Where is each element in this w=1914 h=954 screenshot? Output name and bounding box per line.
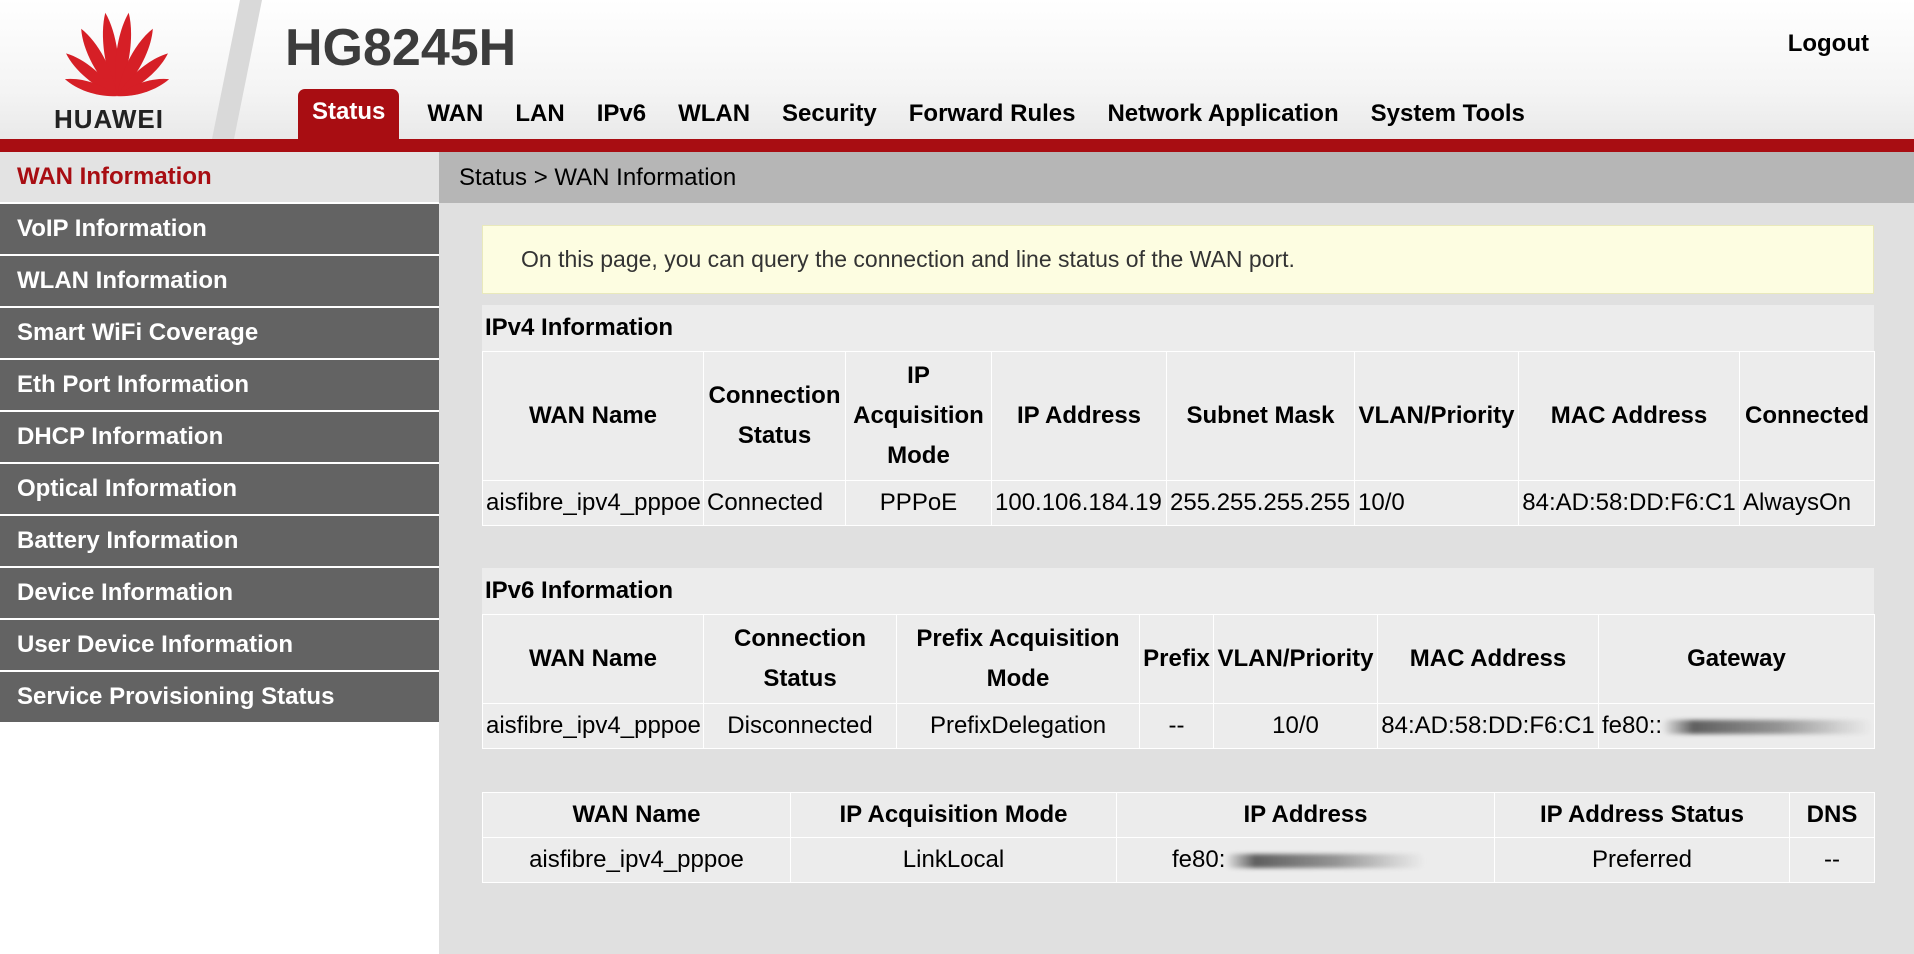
- tab-lan[interactable]: LAN: [499, 99, 580, 139]
- gateway-value: fe80::: [1602, 712, 1663, 739]
- sidebar-item-wlan-information[interactable]: WLAN Information: [0, 256, 439, 306]
- ip-address-value: fe80:: [1172, 846, 1226, 873]
- main-content: Status > WAN Information On this page, y…: [439, 152, 1914, 954]
- cell-connection-status: Connected: [703, 480, 846, 526]
- sidebar-item-wan-information[interactable]: WAN Information: [0, 152, 439, 202]
- tab-wan[interactable]: WAN: [411, 99, 499, 139]
- cell-dns: --: [1789, 837, 1875, 883]
- table-row: aisfibre_ipv4_pppoe Disconnected PrefixD…: [482, 703, 1875, 749]
- cell-wan-name: aisfibre_ipv4_pppoe: [482, 837, 791, 883]
- cell-mac-address: 84:AD:58:DD:F6:C1: [1518, 480, 1740, 526]
- logout-link[interactable]: Logout: [1788, 30, 1869, 58]
- cell-ip-acquisition-mode: PPPoE: [845, 480, 992, 526]
- redacted-blur: [1225, 853, 1426, 868]
- col-vlan-priority: VLAN/Priority: [1213, 614, 1378, 704]
- logo-text: HUAWEI: [54, 104, 164, 134]
- cell-prefix: --: [1139, 703, 1214, 749]
- sidebar-item-battery-information[interactable]: Battery Information: [0, 516, 439, 566]
- tab-status[interactable]: Status: [298, 89, 400, 139]
- col-wan-name: WAN Name: [482, 351, 704, 481]
- ipv4-section: IPv4 Information WAN Name Connection Sta…: [482, 305, 1875, 526]
- ipv6-address-header-row: WAN Name IP Acquisition Mode IP Address …: [482, 792, 1875, 838]
- cell-mac-address: 84:AD:58:DD:F6:C1: [1377, 703, 1599, 749]
- ipv4-header-row: WAN Name Connection Status IP Acquisitio…: [482, 351, 1875, 481]
- col-dns: DNS: [1789, 792, 1875, 838]
- col-ip-acquisition-mode: IP Acquisition Mode: [790, 792, 1117, 838]
- sidebar-item-smart-wifi-coverage[interactable]: Smart WiFi Coverage: [0, 308, 439, 358]
- col-gateway: Gateway: [1598, 614, 1875, 704]
- header-accent-bar: [0, 139, 1914, 152]
- tab-network-application[interactable]: Network Application: [1091, 99, 1354, 139]
- page-description: On this page, you can query the connecti…: [482, 225, 1874, 294]
- col-connection-status: Connection Status: [703, 614, 897, 704]
- cell-ip-address-status: Preferred: [1494, 837, 1790, 883]
- sidebar: WAN Information VoIP Information WLAN In…: [0, 152, 439, 954]
- sidebar-item-voip-information[interactable]: VoIP Information: [0, 204, 439, 254]
- sidebar-item-service-provisioning-status[interactable]: Service Provisioning Status: [0, 672, 439, 722]
- col-ip-address: IP Address: [991, 351, 1167, 481]
- sidebar-item-optical-information[interactable]: Optical Information: [0, 464, 439, 514]
- breadcrumb: Status > WAN Information: [439, 152, 1914, 203]
- col-ip-acquisition-mode: IP Acquisition Mode: [845, 351, 992, 481]
- ipv6-header-row: WAN Name Connection Status Prefix Acquis…: [482, 614, 1875, 704]
- col-subnet-mask: Subnet Mask: [1166, 351, 1355, 481]
- ipv4-title: IPv4 Information: [485, 314, 674, 341]
- cell-ip-address: fe80:: [1116, 837, 1495, 883]
- ipv6-address-section: WAN Name IP Acquisition Mode IP Address …: [482, 792, 1875, 883]
- sidebar-item-eth-port-information[interactable]: Eth Port Information: [0, 360, 439, 410]
- redacted-blur: [1662, 719, 1873, 734]
- cell-ip-address: 100.106.184.19: [991, 480, 1167, 526]
- cell-subnet-mask: 255.255.255.255: [1166, 480, 1355, 526]
- sidebar-item-device-information[interactable]: Device Information: [0, 568, 439, 618]
- ipv4-table: WAN Name Connection Status IP Acquisitio…: [482, 351, 1875, 526]
- cell-prefix-acquisition-mode: PrefixDelegation: [896, 703, 1140, 749]
- col-ip-address: IP Address: [1116, 792, 1495, 838]
- sidebar-item-dhcp-information[interactable]: DHCP Information: [0, 412, 439, 462]
- col-vlan-priority: VLAN/Priority: [1354, 351, 1519, 481]
- device-model: HG8245H: [285, 19, 517, 77]
- cell-vlan-priority: 10/0: [1354, 480, 1519, 526]
- col-wan-name: WAN Name: [482, 614, 704, 704]
- col-prefix-acquisition-mode: Prefix Acquisition Mode: [896, 614, 1140, 704]
- ipv6-address-table: WAN Name IP Acquisition Mode IP Address …: [482, 792, 1875, 883]
- col-prefix: Prefix: [1139, 614, 1214, 704]
- tab-forward-rules[interactable]: Forward Rules: [893, 99, 1092, 139]
- table-row: aisfibre_ipv4_pppoe Connected PPPoE 100.…: [482, 480, 1875, 526]
- table-row: aisfibre_ipv4_pppoe LinkLocal fe80: Pref…: [482, 837, 1875, 883]
- sidebar-item-user-device-information[interactable]: User Device Information: [0, 620, 439, 670]
- header-divider: [212, 0, 262, 139]
- cell-wan-name: aisfibre_ipv4_pppoe: [482, 480, 704, 526]
- col-wan-name: WAN Name: [482, 792, 791, 838]
- tab-wlan[interactable]: WLAN: [662, 99, 766, 139]
- main-nav: Status WAN LAN IPv6 WLAN Security Forwar…: [298, 88, 1541, 139]
- cell-gateway: fe80::: [1598, 703, 1875, 749]
- ipv6-section: IPv6 Information WAN Name Connection Sta…: [482, 568, 1875, 749]
- col-mac-address: MAC Address: [1377, 614, 1599, 704]
- huawei-flower-icon: [64, 12, 170, 97]
- cell-connected: AlwaysOn: [1739, 480, 1875, 526]
- col-ip-address-status: IP Address Status: [1494, 792, 1790, 838]
- tab-ipv6[interactable]: IPv6: [581, 99, 662, 139]
- ipv6-title: IPv6 Information: [485, 577, 674, 604]
- col-connection-status: Connection Status: [703, 351, 846, 481]
- cell-ip-acquisition-mode: LinkLocal: [790, 837, 1117, 883]
- cell-wan-name: aisfibre_ipv4_pppoe: [482, 703, 704, 749]
- page-header: HUAWEI HG8245H Logout Status WAN LAN IPv…: [0, 0, 1914, 152]
- cell-connection-status: Disconnected: [703, 703, 897, 749]
- ipv6-table: WAN Name Connection Status Prefix Acquis…: [482, 614, 1875, 749]
- cell-vlan-priority: 10/0: [1213, 703, 1378, 749]
- col-connected: Connected: [1739, 351, 1875, 481]
- col-mac-address: MAC Address: [1518, 351, 1740, 481]
- tab-security[interactable]: Security: [766, 99, 893, 139]
- tab-system-tools[interactable]: System Tools: [1355, 99, 1541, 139]
